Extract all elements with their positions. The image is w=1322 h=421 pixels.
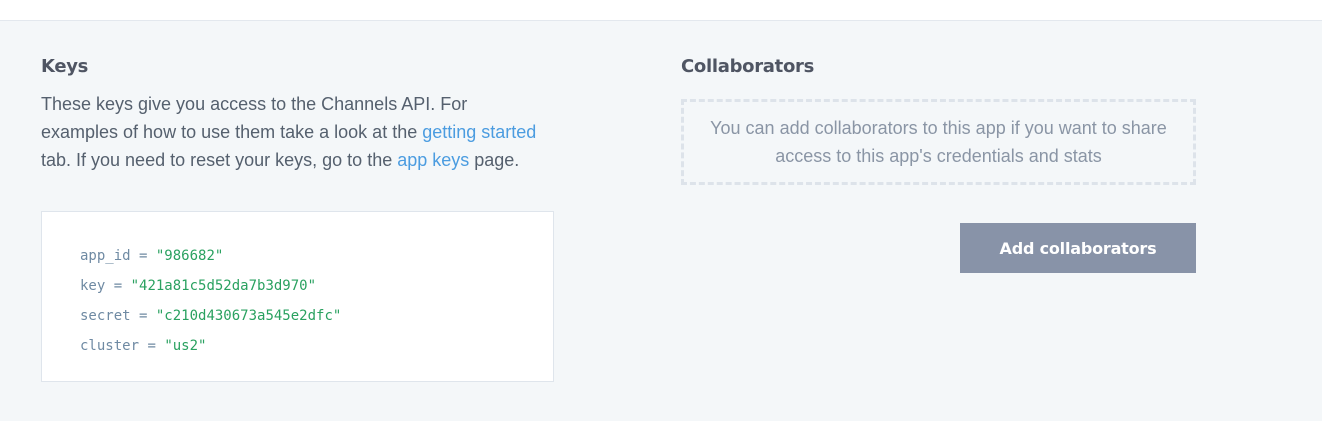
add-collaborators-button[interactable]: Add collaborators (960, 223, 1196, 273)
code-value: "us2" (164, 338, 207, 354)
getting-started-link[interactable]: getting started (422, 122, 536, 142)
code-line-app-id: app_id = "986682" (80, 241, 553, 271)
code-operator: = (130, 308, 156, 324)
keys-description-text-1: These keys give you access to the Channe… (41, 94, 468, 142)
keys-title: Keys (41, 56, 89, 77)
keys-section: Keys These keys give you access to the C… (41, 54, 556, 174)
keys-description-text-3: page. (469, 150, 520, 170)
keys-description: These keys give you access to the Channe… (41, 90, 541, 174)
code-value: "986682" (155, 248, 224, 264)
collaborators-title: Collaborators (681, 56, 814, 77)
collaborators-empty-message: You can add collaborators to this app if… (710, 118, 1167, 166)
code-key: cluster (80, 338, 140, 354)
collaborators-empty-state: You can add collaborators to this app if… (681, 99, 1196, 185)
collaborators-section: Collaborators (681, 54, 1196, 80)
app-keys-link[interactable]: app keys (397, 150, 469, 170)
code-line-key: key = "421a81c5d52da7b3d970" (80, 271, 553, 301)
code-operator: = (130, 248, 156, 264)
code-value: "c210d430673a545e2dfc" (155, 308, 342, 324)
code-line-cluster: cluster = "us2" (80, 331, 553, 361)
code-key: secret (80, 308, 131, 324)
code-key: app_id (80, 248, 131, 264)
code-key: key (80, 278, 106, 294)
code-value: "421a81c5d52da7b3d970" (130, 278, 317, 294)
keys-description-text-2: tab. If you need to reset your keys, go … (41, 150, 398, 170)
code-line-secret: secret = "c210d430673a545e2dfc" (80, 301, 553, 331)
top-header-strip (0, 0, 1322, 21)
code-operator: = (139, 338, 165, 354)
keys-code-block[interactable]: app_id = "986682" key = "421a81c5d52da7b… (41, 211, 554, 382)
code-operator: = (105, 278, 131, 294)
